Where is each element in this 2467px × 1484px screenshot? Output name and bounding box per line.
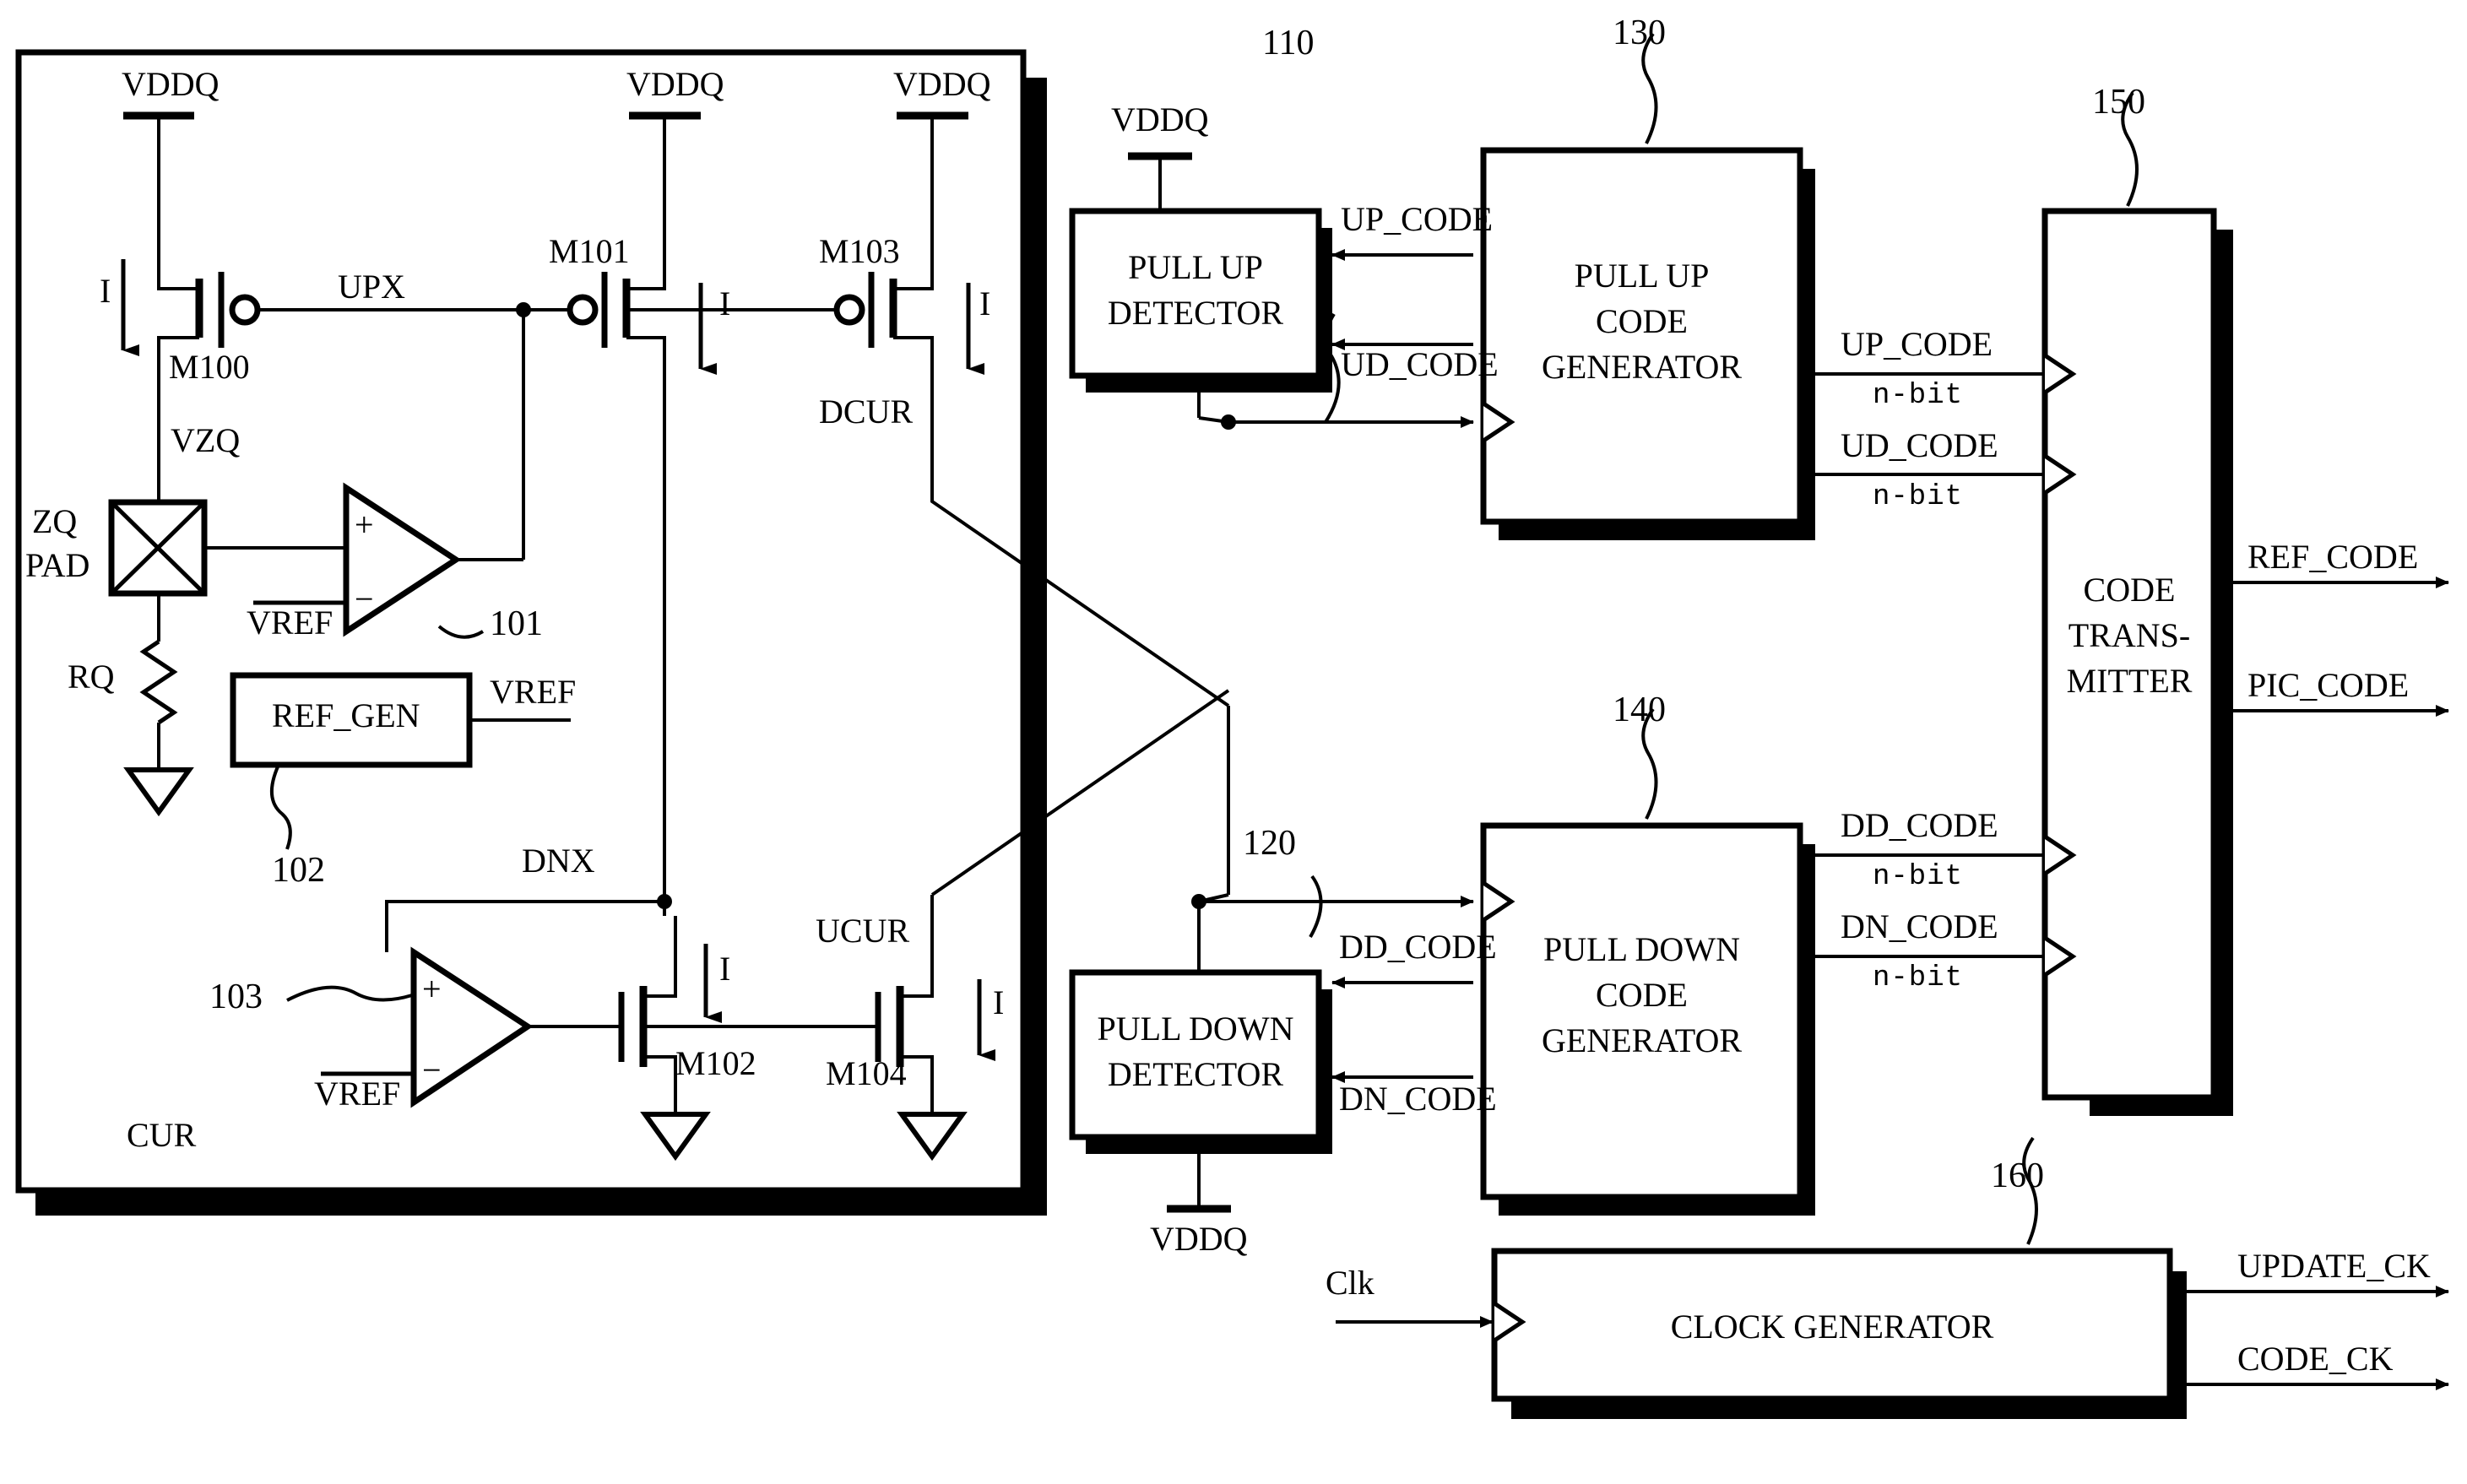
current-label-m103: I (979, 284, 991, 322)
m101-gate-bubble (567, 294, 599, 326)
code-transmitter-line-2: TRANS- (2068, 616, 2191, 654)
pull-down-code-gen-label: PULL DOWN CODE GENERATOR (1483, 927, 1800, 1064)
m103-label: M103 (819, 232, 900, 270)
comp103-plus-sign: + (422, 970, 442, 1008)
ud-code-feedback-label: UD_CODE (1341, 345, 1499, 383)
pull-down-code-gen-line-1: PULL DOWN (1543, 930, 1740, 968)
vddq-label-1: VDDQ (122, 65, 220, 103)
ref-150: 150 (2092, 83, 2145, 122)
code-transmitter-label: CODE TRANS- MITTER (2045, 567, 2214, 704)
ref-102: 102 (272, 851, 325, 890)
figure-canvas: VDDQ VDDQ VDDQ I I I I I M100 M101 M102 … (0, 0, 2467, 1484)
ref-code-label: REF_CODE (2247, 538, 2419, 576)
ref-gen-label: REF_GEN (272, 696, 420, 734)
ref-120: 120 (1243, 824, 1296, 863)
code-ck-label: CODE_CK (2237, 1340, 2394, 1378)
m104-label: M104 (826, 1054, 907, 1092)
clock-generator-line-1: CLOCK GENERATOR (1670, 1308, 1994, 1346)
vzq-label: VZQ (171, 421, 241, 459)
up-code-out-label: UP_CODE (1841, 325, 1993, 363)
m103-gate-bubble (833, 294, 865, 326)
ref-gen-vref-out: VREF (490, 673, 577, 711)
comp101-plus-sign: + (355, 506, 374, 544)
pull-down-detector-label: PULL DOWN DETECTOR (1067, 1006, 1324, 1097)
ucur-label: UCUR (816, 912, 910, 950)
pull-up-code-gen-line-3: GENERATOR (1541, 348, 1743, 386)
pull-up-detector-line-2: DETECTOR (1107, 294, 1284, 332)
ud-code-out-label: UD_CODE (1841, 426, 1998, 464)
ref-101: 101 (490, 604, 543, 643)
dn-code-feedback-label: DN_CODE (1339, 1080, 1497, 1118)
zq-pad-label-line1: ZQ (32, 502, 78, 540)
clock-generator-label: CLOCK GENERATOR (1494, 1304, 2170, 1350)
ref-110: 110 (1262, 24, 1315, 62)
m101-label: M101 (549, 232, 630, 270)
dcur-label: DCUR (819, 393, 914, 431)
up-code-feedback-label: UP_CODE (1341, 200, 1494, 238)
pull-down-code-gen-line-2: CODE (1596, 976, 1688, 1014)
ref-160: 160 (1991, 1156, 2044, 1195)
upx-junction-dot (516, 302, 531, 317)
pull-up-code-gen-line-2: CODE (1596, 302, 1688, 340)
nbit-label-3: n-bit (1873, 861, 1964, 893)
dnx-junction-dot (657, 894, 672, 909)
dn-code-out-label: DN_CODE (1841, 907, 1998, 945)
diagram-vector-layer (15, 32, 2449, 1419)
pull-up-detector-supply-label: VDDQ (1111, 100, 1209, 138)
clk-input-label: Clk (1326, 1264, 1374, 1302)
pull-up-detector-line-1: PULL UP (1128, 248, 1263, 286)
pull-up-detector-label: PULL UP DETECTOR (1072, 245, 1319, 336)
code-transmitter-line-3: MITTER (2066, 662, 2193, 700)
dd-code-feedback-label: DD_CODE (1339, 928, 1497, 966)
m100-gate-bubble (229, 294, 261, 326)
comp103-minus-sign: − (422, 1051, 442, 1089)
current-label-m104: I (993, 983, 1005, 1021)
nbit-label-4: n-bit (1873, 962, 1964, 994)
nbit-label-1: n-bit (1873, 380, 1964, 412)
comp101-minus-sign: − (355, 580, 374, 618)
zq-pad-label-line2: PAD (25, 546, 90, 584)
pic-code-label: PIC_CODE (2247, 666, 2410, 704)
cur-block-label: CUR (127, 1116, 197, 1154)
vddq-label-3: VDDQ (893, 65, 991, 103)
pull-up-code-gen-label: PULL UP CODE GENERATOR (1483, 253, 1800, 390)
current-label-m100: I (100, 272, 111, 310)
m100-label: M100 (169, 348, 250, 386)
pull-down-code-gen-line-3: GENERATOR (1541, 1021, 1743, 1059)
code-transmitter-line-1: CODE (2083, 571, 2176, 609)
pull-down-detector-line-1: PULL DOWN (1097, 1010, 1294, 1048)
ref-140: 140 (1613, 691, 1666, 729)
pull-down-detector-line-2: DETECTOR (1107, 1055, 1284, 1093)
comp103-vref-label: VREF (314, 1075, 401, 1113)
pull-up-code-gen-line-1: PULL UP (1574, 257, 1710, 295)
current-label-m101: I (719, 284, 731, 322)
dd-code-out-label: DD_CODE (1841, 806, 1998, 844)
pull-down-detector-supply-label: VDDQ (1150, 1220, 1248, 1258)
update-ck-label: UPDATE_CK (2237, 1247, 2431, 1285)
upx-label: UPX (338, 268, 406, 306)
ref-103: 103 (209, 978, 263, 1016)
ref-130: 130 (1613, 14, 1666, 52)
lead-120 (1309, 875, 1323, 938)
comp101-vref-label: VREF (247, 604, 333, 642)
vddq-label-2: VDDQ (626, 65, 724, 103)
rq-label: RQ (68, 658, 115, 696)
current-label-m102: I (719, 950, 731, 988)
dnx-label: DNX (522, 842, 595, 880)
m102-label: M102 (675, 1044, 756, 1082)
nbit-label-2: n-bit (1873, 481, 1964, 513)
